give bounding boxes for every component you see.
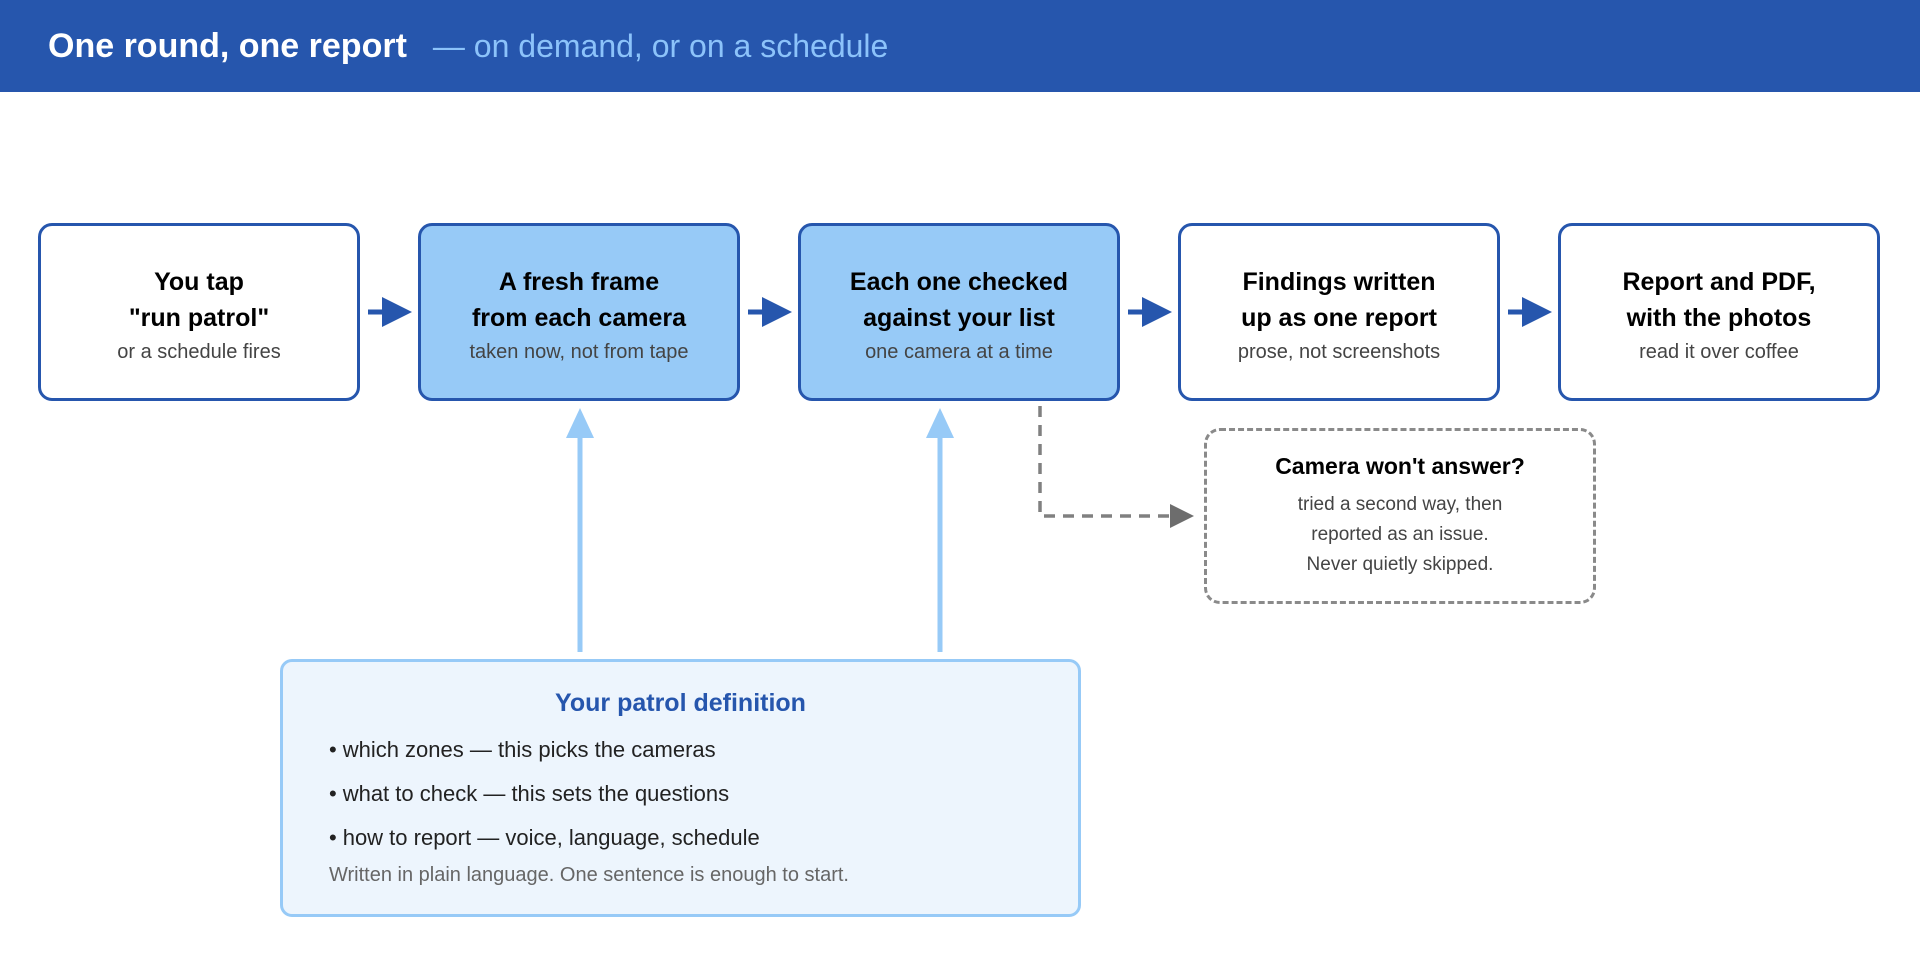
step-check-title-2: against your list <box>863 304 1055 332</box>
list-item: • how to report — voice, language, schedu… <box>329 824 1078 852</box>
step-capture-caption: taken now, not from tape <box>469 341 689 363</box>
step-findings: Findings written up as one report prose,… <box>1178 223 1500 401</box>
bullet-icon: • <box>329 825 337 850</box>
step-trigger: You tap "run patrol" or a schedule fires <box>38 223 360 401</box>
flow-arrow-1 <box>368 297 412 327</box>
feed-arrow-questions <box>926 408 954 652</box>
fallback-line: reported as an issue. <box>1311 523 1489 545</box>
fallback-line: tried a second way, then <box>1297 493 1503 515</box>
definition-item-report: how to report — voice, language, schedul… <box>342 825 760 850</box>
flow-arrow-3 <box>1128 297 1172 327</box>
bullet-icon: • <box>329 781 337 806</box>
step-report-title-1: Report and PDF, <box>1622 268 1816 296</box>
step-capture-title-2: from each camera <box>471 304 686 332</box>
step-report: Report and PDF, with the photos read it … <box>1558 223 1880 401</box>
definition-title: Your patrol definition <box>555 689 806 717</box>
step-findings-title-2: up as one report <box>1241 304 1437 332</box>
step-trigger-title-1: You tap <box>154 268 244 296</box>
patrol-definition-panel: Your patrol definition • which zones — th… <box>280 659 1081 917</box>
step-trigger-caption: or a schedule fires <box>117 341 281 363</box>
step-report-title-2: with the photos <box>1626 304 1812 332</box>
fallback-note: Camera won't answer? tried a second way,… <box>1204 428 1596 604</box>
fallback-arrow <box>1038 406 1194 528</box>
flow-arrow-4 <box>1508 297 1552 327</box>
step-report-caption: read it over coffee <box>1639 341 1799 363</box>
step-check-title-1: Each one checked <box>849 268 1069 296</box>
definition-list: • which zones — this picks the cameras • w… <box>329 736 1078 852</box>
list-item: • what to check — this sets the questions <box>329 780 1078 808</box>
step-check-caption: one camera at a time <box>865 341 1053 363</box>
step-check: Each one checked against your list one c… <box>798 223 1120 401</box>
step-trigger-title-2: "run patrol" <box>128 304 270 332</box>
flow-arrow-2 <box>748 297 792 327</box>
definition-item-checks: what to check — this sets the questions <box>342 781 730 806</box>
step-capture-title-1: A fresh frame <box>498 268 660 296</box>
definition-note: Written in plain language. One sentence … <box>329 864 849 886</box>
feed-arrow-cameras <box>566 408 594 652</box>
bullet-icon: • <box>329 737 337 762</box>
step-findings-caption: prose, not screenshots <box>1237 341 1441 363</box>
list-item: • which zones — this picks the cameras <box>329 736 1078 764</box>
fallback-title: Camera won't answer? <box>1275 452 1525 479</box>
definition-item-zones: which zones — this picks the cameras <box>342 737 716 762</box>
step-capture: A fresh frame from each camera taken now… <box>418 223 740 401</box>
step-findings-title-1: Findings written <box>1242 268 1436 296</box>
fallback-line: Never quietly skipped. <box>1306 553 1494 575</box>
